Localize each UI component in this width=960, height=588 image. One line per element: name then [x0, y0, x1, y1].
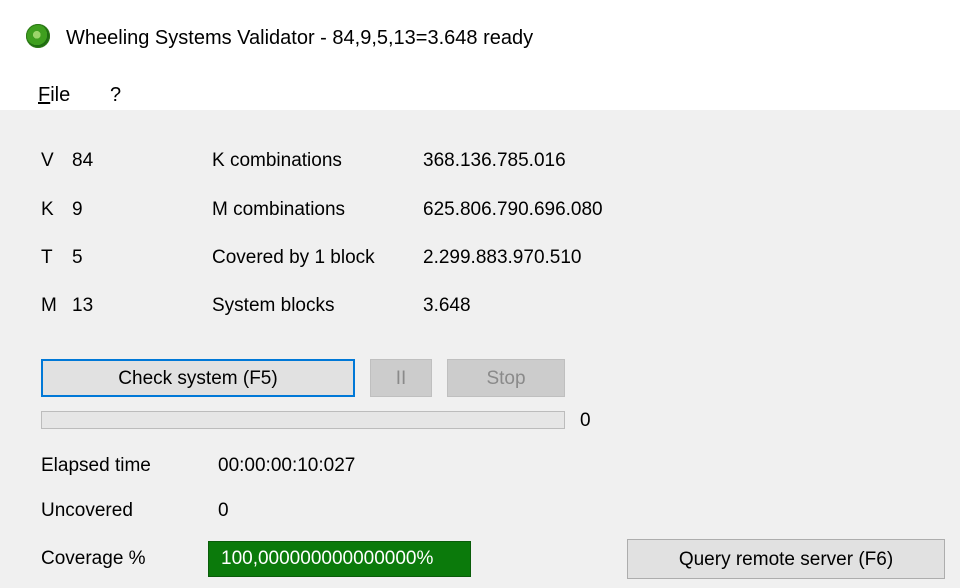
param-v-key: V — [41, 150, 54, 171]
elapsed-time-value: 00:00:00:10:027 — [218, 455, 356, 476]
m-combinations-label: M combinations — [212, 199, 346, 220]
param-k-value: 9 — [72, 199, 83, 220]
param-k-key: K — [41, 199, 54, 220]
title-bar[interactable]: Wheeling Systems Validator - 84,9,5,13=3… — [0, 0, 960, 80]
stop-button[interactable]: Stop — [447, 359, 565, 397]
coverage-value: 100,000000000000000% — [208, 541, 471, 577]
progress-count: 0 — [580, 410, 591, 431]
check-system-button[interactable]: Check system (F5) — [41, 359, 355, 397]
covered-by-1-block-value: 2.299.883.970.510 — [423, 247, 582, 268]
param-m-key: M — [41, 295, 57, 316]
covered-by-1-block-label: Covered by 1 block — [212, 247, 375, 268]
system-blocks-label: System blocks — [212, 295, 335, 316]
menu-bar: File ? — [0, 80, 960, 110]
menu-file[interactable]: File — [38, 80, 70, 110]
window-title: Wheeling Systems Validator - 84,9,5,13=3… — [66, 27, 534, 49]
green-gear-icon — [23, 21, 53, 51]
elapsed-time-label: Elapsed time — [41, 455, 151, 476]
coverage-label: Coverage % — [41, 548, 146, 569]
system-blocks-value: 3.648 — [423, 295, 471, 316]
progress-bar — [41, 411, 565, 429]
k-combinations-label: K combinations — [212, 150, 342, 171]
query-remote-server-button[interactable]: Query remote server (F6) — [627, 539, 945, 579]
menu-help[interactable]: ? — [110, 80, 121, 110]
menu-file-mnemonic: F — [38, 84, 51, 106]
k-combinations-value: 368.136.785.016 — [423, 150, 566, 171]
param-t-value: 5 — [72, 247, 83, 268]
uncovered-label: Uncovered — [41, 500, 133, 521]
menu-file-label: ile — [50, 84, 71, 106]
m-combinations-value: 625.806.790.696.080 — [423, 199, 603, 220]
param-v-value: 84 — [72, 150, 94, 171]
param-m-value: 13 — [72, 295, 94, 316]
uncovered-value: 0 — [218, 500, 229, 521]
pause-button[interactable]: II — [370, 359, 432, 397]
param-t-key: T — [41, 247, 53, 268]
